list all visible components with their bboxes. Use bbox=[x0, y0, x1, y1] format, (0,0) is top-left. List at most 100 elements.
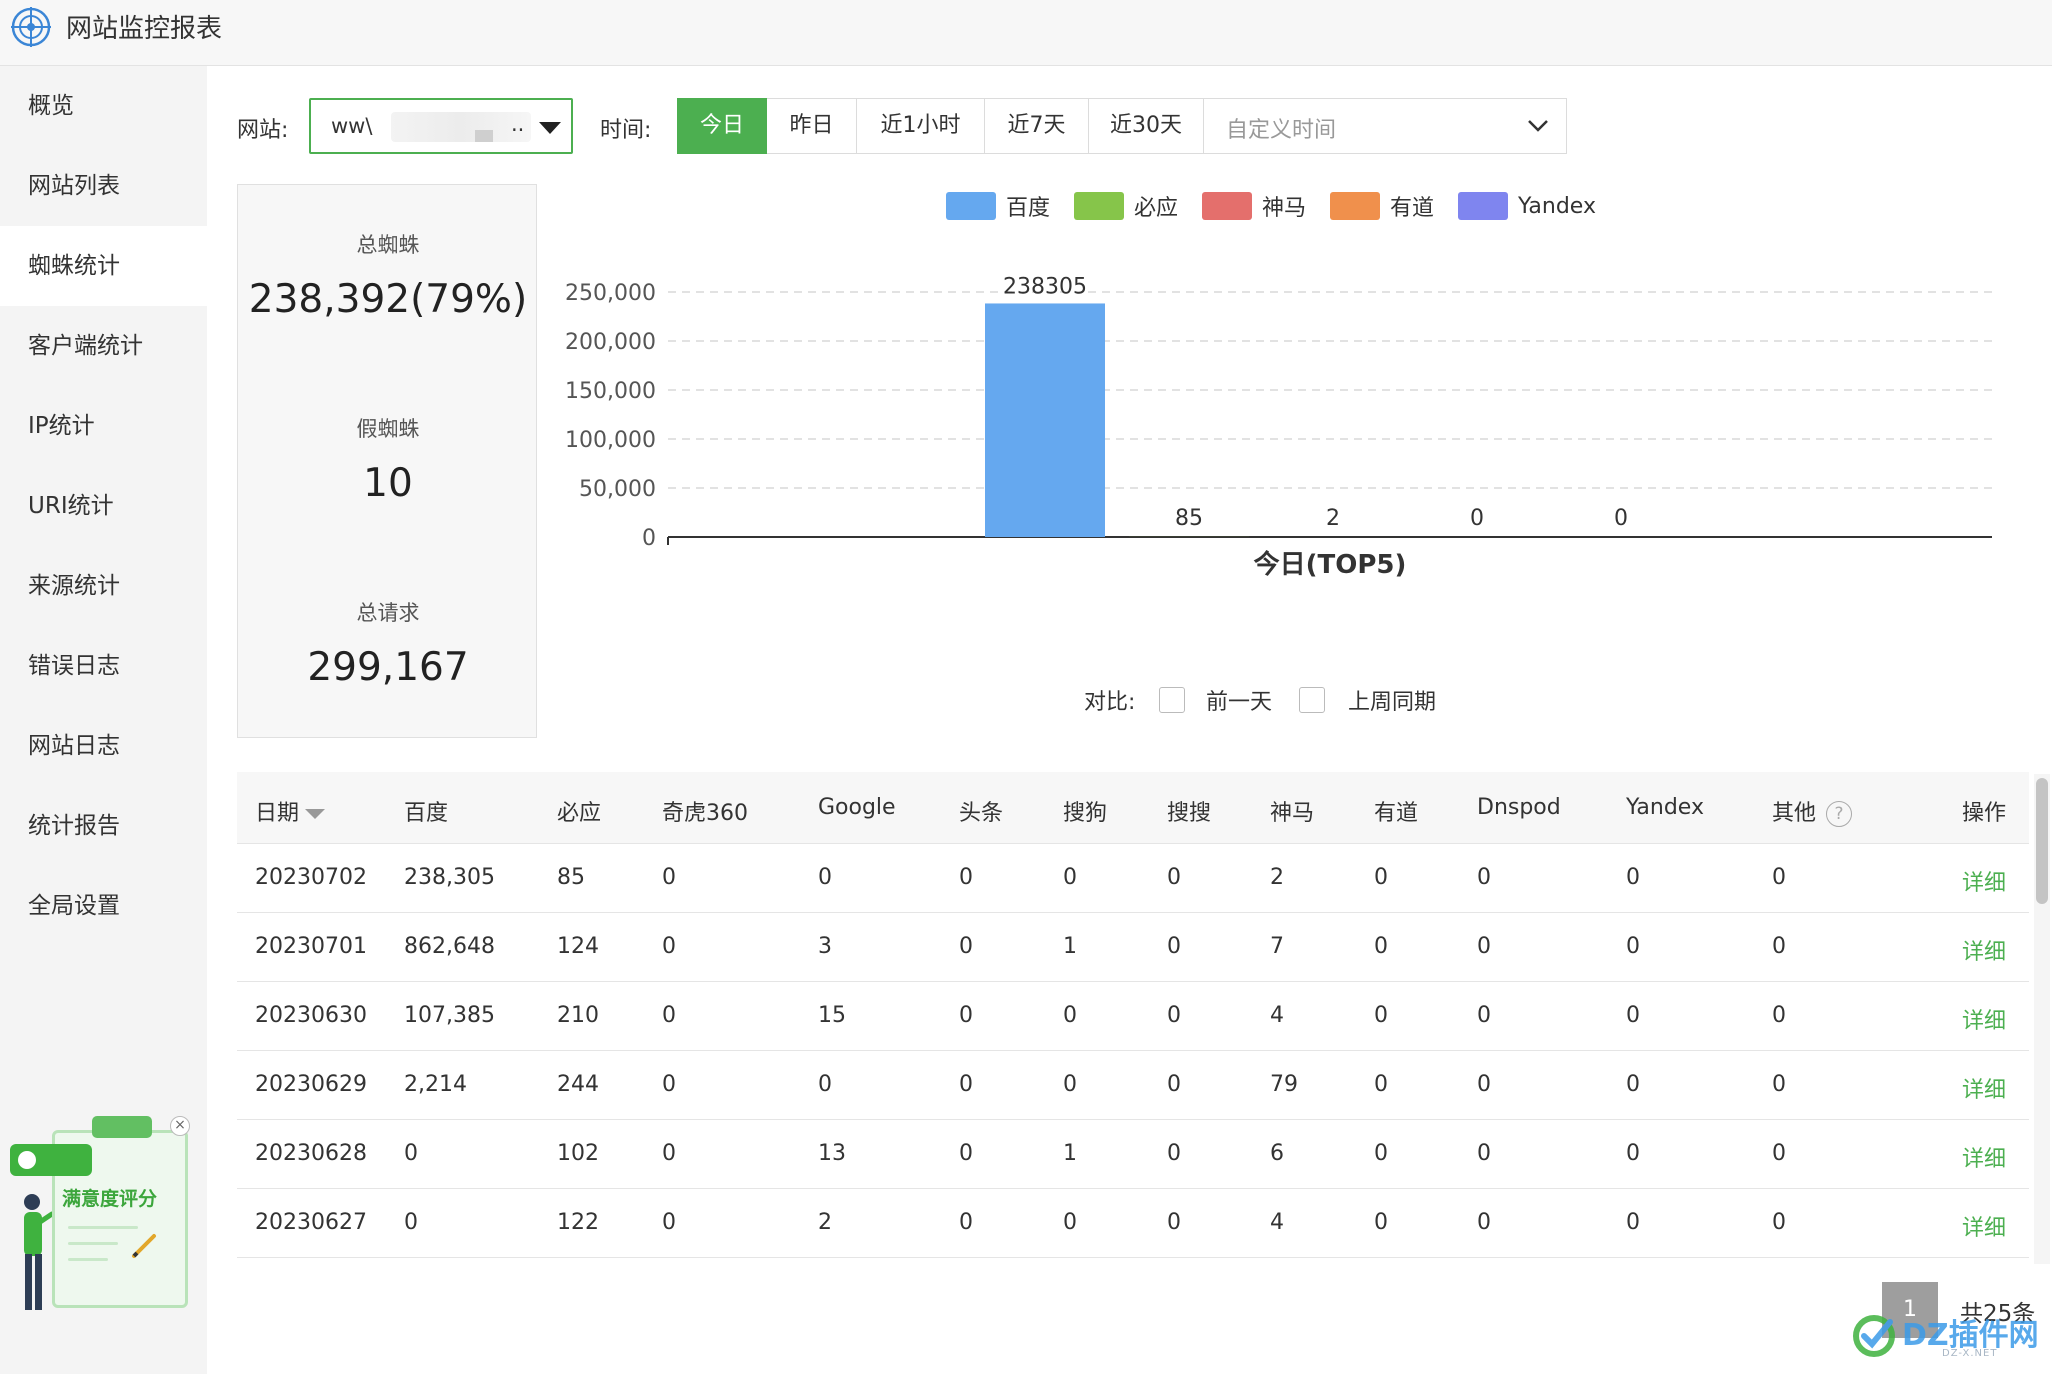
sort-caret-icon[interactable] bbox=[305, 809, 326, 819]
total-requests-value: 299,167 bbox=[307, 645, 469, 690]
total-requests-label: 总请求 bbox=[356, 601, 420, 625]
scrollbar-thumb[interactable] bbox=[2036, 778, 2048, 904]
compare-prev-day-label[interactable]: 前一天 bbox=[1206, 684, 1272, 716]
cell-details-link[interactable]: 详细 bbox=[1962, 865, 2006, 897]
cell-baidu: 238,305 bbox=[404, 865, 495, 890]
watermark-logo-icon bbox=[1853, 1315, 1895, 1357]
column-header-date[interactable]: 日期 bbox=[255, 795, 326, 827]
cell-toutiao: 0 bbox=[959, 1141, 973, 1166]
sidebar-item-ip-stats[interactable]: IP统计 bbox=[0, 386, 207, 466]
column-header-other: 其他? bbox=[1772, 795, 1853, 827]
cell-date: 20230628 bbox=[255, 1141, 367, 1166]
cell-yandex: 0 bbox=[1626, 1210, 1640, 1235]
cell-bing: 210 bbox=[557, 1003, 599, 1028]
cell-shenma: 4 bbox=[1270, 1003, 1284, 1028]
cell-shenma: 6 bbox=[1270, 1141, 1284, 1166]
cell-date: 20230630 bbox=[255, 1003, 367, 1028]
time-last-7-days-button[interactable]: 近7天 bbox=[985, 98, 1089, 154]
cell-shenma: 79 bbox=[1270, 1072, 1298, 1097]
help-icon[interactable]: ? bbox=[1826, 801, 1853, 827]
legend-item-bing[interactable]: 必应 bbox=[1074, 192, 1179, 221]
time-last-hour-button[interactable]: 近1小时 bbox=[857, 98, 985, 154]
time-last-30-days-button[interactable]: 近30天 bbox=[1089, 98, 1204, 154]
table-row: 20230628 0 102 0 13 0 1 0 6 0 0 0 0 详细 bbox=[237, 1120, 2029, 1189]
cell-details-link[interactable]: 详细 bbox=[1962, 1003, 2006, 1035]
legend-label: Yandex bbox=[1518, 193, 1596, 219]
y-tick-label: 150,000 bbox=[565, 379, 656, 404]
table-header: 日期 百度 必应 奇虎360 Google 头条 搜狗 搜搜 神马 有道 Dns… bbox=[237, 772, 2029, 844]
time-today-button[interactable]: 今日 bbox=[677, 98, 767, 154]
cell-other: 0 bbox=[1772, 1210, 1786, 1235]
cell-dnspod: 0 bbox=[1477, 934, 1491, 959]
spider-bar-chart: 百度 必应 神马 有道 Yandex 0 50,000 100,000 150,000… bbox=[540, 180, 2020, 720]
sidebar-item-report[interactable]: 统计报告 bbox=[0, 786, 207, 866]
compare-last-week-checkbox[interactable] bbox=[1299, 687, 1325, 713]
survey-line-decor bbox=[68, 1258, 108, 1261]
cell-google: 3 bbox=[818, 934, 832, 959]
cell-youdao: 0 bbox=[1374, 1210, 1388, 1235]
column-header-qihoo360: 奇虎360 bbox=[662, 801, 748, 826]
sidebar-item-site-list[interactable]: 网站列表 bbox=[0, 146, 207, 226]
cell-bing: 102 bbox=[557, 1141, 599, 1166]
fake-spiders-label: 假蜘蛛 bbox=[356, 417, 420, 441]
cell-details-link[interactable]: 详细 bbox=[1962, 1210, 2006, 1242]
compare-prev-day-checkbox[interactable] bbox=[1159, 687, 1185, 713]
cell-details-link[interactable]: 详细 bbox=[1962, 934, 2006, 966]
sidebar-item-site-log[interactable]: 网站日志 bbox=[0, 706, 207, 786]
compare-last-week-label[interactable]: 上周同期 bbox=[1348, 684, 1436, 716]
cell-soso: 0 bbox=[1167, 1003, 1181, 1028]
cell-shenma: 2 bbox=[1270, 865, 1284, 890]
column-header-label: 日期 bbox=[255, 801, 300, 826]
legend-item-yandex[interactable]: Yandex bbox=[1458, 192, 1596, 220]
cell-toutiao: 0 bbox=[959, 865, 973, 890]
watermark: DZ插件网 DZ-X.NET bbox=[1850, 1300, 2050, 1370]
cell-yandex: 0 bbox=[1626, 1072, 1640, 1097]
cell-details-link[interactable]: 详细 bbox=[1962, 1072, 2006, 1104]
cell-qihoo360: 0 bbox=[662, 1141, 676, 1166]
sidebar-item-overview[interactable]: 概览 bbox=[0, 66, 207, 146]
cell-baidu: 0 bbox=[404, 1210, 418, 1235]
site-select[interactable]: ww\ .. bbox=[309, 98, 573, 154]
column-header-shenma: 神马 bbox=[1270, 801, 1315, 826]
time-yesterday-button[interactable]: 昨日 bbox=[767, 98, 857, 154]
cell-qihoo360: 0 bbox=[662, 934, 676, 959]
bar-value-label: 0 bbox=[1614, 506, 1628, 531]
legend-item-shenma[interactable]: 神马 bbox=[1202, 192, 1307, 221]
survey-line-decor bbox=[68, 1242, 118, 1245]
sidebar-item-source-stats[interactable]: 来源统计 bbox=[0, 546, 207, 626]
cell-soso: 0 bbox=[1167, 1210, 1181, 1235]
cell-qihoo360: 0 bbox=[662, 1210, 676, 1235]
y-tick-label: 50,000 bbox=[579, 477, 656, 502]
column-header-label: 其他 bbox=[1772, 801, 1817, 826]
cell-soso: 0 bbox=[1167, 865, 1181, 890]
legend-label: 神马 bbox=[1262, 196, 1307, 221]
cell-details-link[interactable]: 详细 bbox=[1962, 1141, 2006, 1173]
app-header: 网站监控报表 bbox=[0, 0, 2052, 66]
cell-qihoo360: 0 bbox=[662, 1072, 676, 1097]
legend-label: 必应 bbox=[1134, 196, 1179, 221]
sidebar-item-client-stats[interactable]: 客户端统计 bbox=[0, 306, 207, 386]
cell-bing: 124 bbox=[557, 934, 599, 959]
cell-toutiao: 0 bbox=[959, 1072, 973, 1097]
sidebar-item-spider-stats[interactable]: 蜘蛛统计 bbox=[0, 226, 207, 306]
close-icon[interactable]: × bbox=[170, 1116, 190, 1136]
custom-time-select[interactable]: 自定义时间 bbox=[1204, 98, 1567, 154]
sidebar-item-uri-stats[interactable]: URI统计 bbox=[0, 466, 207, 546]
cell-soso: 0 bbox=[1167, 934, 1181, 959]
satisfaction-survey-widget[interactable]: 满意度评分 × bbox=[10, 1110, 190, 1330]
cell-google: 0 bbox=[818, 865, 832, 890]
cell-bing: 122 bbox=[557, 1210, 599, 1235]
cell-other: 0 bbox=[1772, 934, 1786, 959]
sidebar-item-error-log[interactable]: 错误日志 bbox=[0, 626, 207, 706]
sidebar-item-global-settings[interactable]: 全局设置 bbox=[0, 866, 207, 946]
y-tick-label: 250,000 bbox=[565, 281, 656, 306]
legend-item-baidu[interactable]: 百度 bbox=[946, 192, 1050, 221]
cell-yandex: 0 bbox=[1626, 1003, 1640, 1028]
cell-other: 0 bbox=[1772, 1072, 1786, 1097]
cell-other: 0 bbox=[1772, 1141, 1786, 1166]
cell-google: 2 bbox=[818, 1210, 832, 1235]
legend-item-youdao[interactable]: 有道 bbox=[1330, 192, 1434, 221]
cell-sogou: 1 bbox=[1063, 934, 1077, 959]
cell-sogou: 0 bbox=[1063, 1210, 1077, 1235]
table-scrollbar[interactable] bbox=[2034, 774, 2050, 1264]
